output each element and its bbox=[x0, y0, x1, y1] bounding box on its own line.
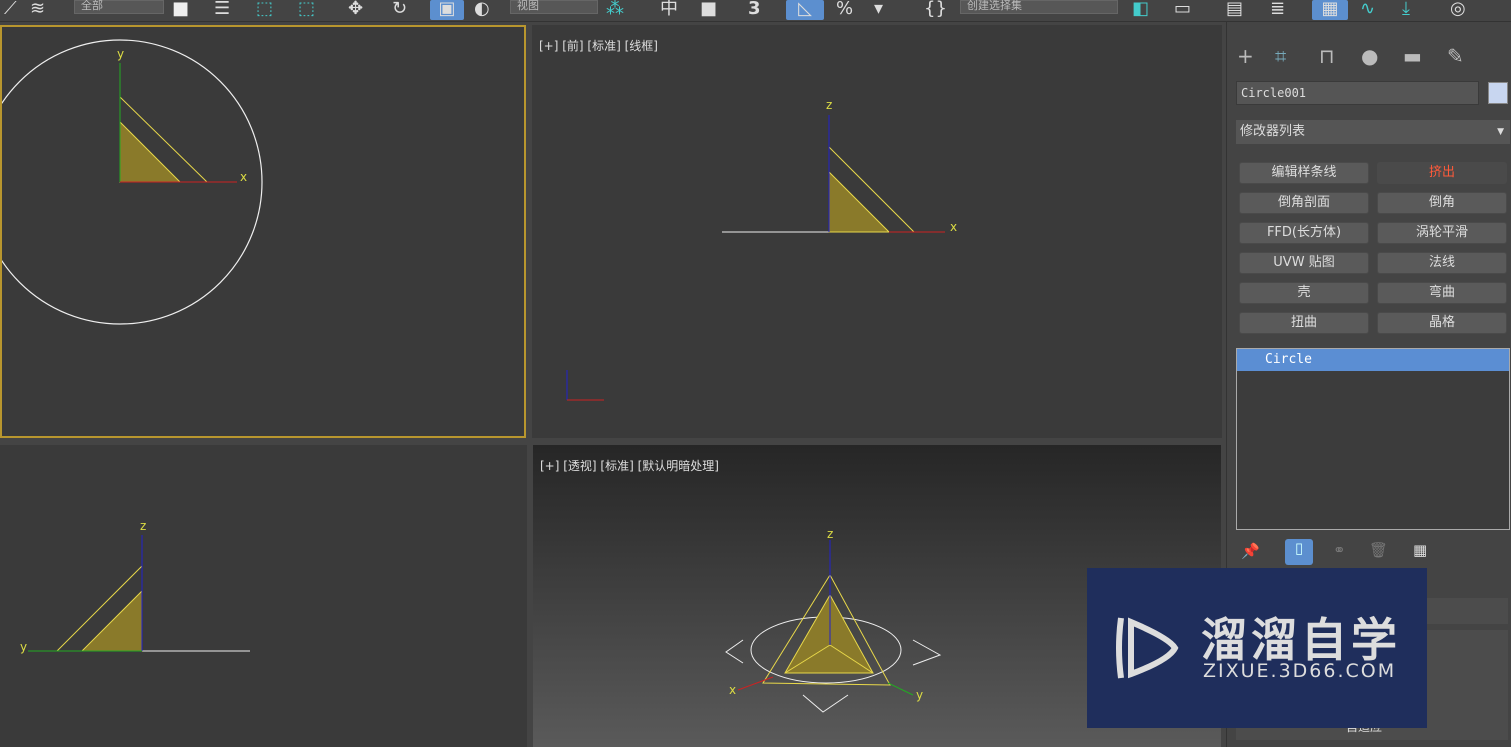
edit-icon[interactable]: ⟋ bbox=[4, 0, 17, 20]
select-by-name-icon[interactable]: ☰ bbox=[214, 0, 230, 20]
display-icon[interactable]: ▬ bbox=[1403, 44, 1422, 68]
viewport-front[interactable]: [+] [前] [标准] [线框] z x bbox=[532, 25, 1222, 438]
torus-icon[interactable]: ◐ bbox=[474, 0, 490, 20]
hierarchy-icon[interactable]: ⊓ bbox=[1319, 44, 1335, 68]
axis-label-x: x bbox=[240, 170, 248, 184]
triangle-shape bbox=[119, 120, 182, 183]
main-toolbar: ⟋ ≋ 全部 ■ ☰ ⬚ ⬚ ✥ ↻ ▣ ◐ 视图 ⁂ 中 ■ 3 ◺ % ▾ … bbox=[0, 0, 1511, 22]
spinner-snap-icon[interactable]: ▾ bbox=[874, 0, 883, 20]
modifier-button[interactable]: 扭曲 bbox=[1239, 312, 1369, 334]
watermark-url: ZIXUE.3D66.COM bbox=[1203, 660, 1397, 682]
viewport-left[interactable]: z y bbox=[0, 445, 527, 747]
modifier-list-dropdown[interactable]: 修改器列表 ▼ bbox=[1236, 120, 1510, 144]
object-color-swatch[interactable] bbox=[1488, 82, 1508, 104]
viewport-front-scene bbox=[566, 115, 945, 401]
y-axis bbox=[887, 682, 914, 696]
create-icon[interactable]: + bbox=[1237, 44, 1254, 68]
modifier-button[interactable]: FFD(长方体) bbox=[1239, 222, 1369, 244]
reference-coord-dropdown[interactable]: 视图 bbox=[510, 0, 598, 14]
angle-snap-icon[interactable]: ◺ bbox=[786, 0, 824, 20]
modifier-list-label: 修改器列表 bbox=[1240, 124, 1306, 139]
stack-item-circle[interactable]: Circle bbox=[1237, 349, 1509, 371]
scale-icon[interactable]: ▣ bbox=[430, 0, 464, 20]
axis-label-z: z bbox=[827, 527, 834, 541]
show-end-result-icon[interactable]: ▯ bbox=[1285, 539, 1313, 565]
watermark-logo-icon bbox=[1116, 617, 1179, 679]
layer-explorer-icon[interactable]: ≣ bbox=[1270, 0, 1285, 20]
modifier-stack[interactable]: Circle bbox=[1236, 348, 1510, 530]
triangle-shape bbox=[80, 589, 143, 652]
rect-selection-icon[interactable]: ⬚ bbox=[256, 0, 273, 20]
modifier-button[interactable]: 挤出 bbox=[1377, 162, 1507, 184]
configure-sets-icon[interactable]: ▦ bbox=[1413, 541, 1427, 559]
snap-icon[interactable]: 中 bbox=[660, 0, 678, 20]
viewport-top-scene bbox=[2, 39, 263, 325]
object-name-input[interactable]: Circle001 bbox=[1236, 81, 1479, 105]
pivot-icon[interactable]: ⁂ bbox=[606, 0, 624, 20]
extruded-triangle bbox=[784, 593, 874, 674]
mirror-icon[interactable]: ■ bbox=[700, 0, 717, 20]
motion-icon[interactable]: ● bbox=[1361, 44, 1378, 68]
axis-label-y: y bbox=[916, 688, 924, 702]
scene-explorer-icon[interactable]: ▤ bbox=[1226, 0, 1243, 20]
edit-named-sel-icon[interactable]: {} bbox=[924, 0, 947, 20]
modifier-button[interactable]: 涡轮平滑 bbox=[1377, 222, 1507, 244]
axis-label-x: x bbox=[950, 220, 958, 234]
selection-filter-dropdown[interactable]: 全部 bbox=[74, 0, 164, 14]
schematic-icon[interactable]: ⤓ bbox=[1402, 0, 1410, 20]
viewport-left-scene bbox=[28, 535, 250, 652]
modifier-button[interactable]: 晶格 bbox=[1377, 312, 1507, 334]
move-icon[interactable]: ✥ bbox=[348, 0, 363, 20]
modifier-button[interactable]: 法线 bbox=[1377, 252, 1507, 274]
modifier-button[interactable]: 弯曲 bbox=[1377, 282, 1507, 304]
watermark: 溜溜自学 ZIXUE.3D66.COM bbox=[1087, 568, 1427, 728]
modifier-button[interactable]: 壳 bbox=[1239, 282, 1369, 304]
snap-3-icon[interactable]: 3 bbox=[748, 0, 761, 20]
ribbon-icon[interactable]: ▦ bbox=[1312, 0, 1348, 20]
modify-icon[interactable]: ⌗ bbox=[1275, 44, 1286, 68]
modifier-button[interactable]: UVW 贴图 bbox=[1239, 252, 1369, 274]
axis-label-x: x bbox=[729, 683, 737, 697]
align-icon[interactable]: ▭ bbox=[1174, 0, 1191, 20]
select-object-icon[interactable]: ■ bbox=[172, 0, 189, 20]
dropdown-arrow-icon: ▼ bbox=[1497, 127, 1504, 137]
remove-modifier-icon[interactable]: 🗑 bbox=[1369, 541, 1388, 559]
make-unique-icon[interactable]: ⚭ bbox=[1333, 541, 1346, 559]
layers-icon[interactable]: ≋ bbox=[30, 0, 45, 20]
viewport-top[interactable]: y x bbox=[0, 25, 526, 438]
modifier-button[interactable]: 倒角 bbox=[1377, 192, 1507, 214]
axis-label-y: y bbox=[117, 47, 125, 61]
percent-snap-icon[interactable]: % bbox=[836, 0, 853, 20]
axis-label-y: y bbox=[20, 640, 28, 654]
named-selection-dropdown[interactable]: 创建选择集 bbox=[960, 0, 1118, 14]
mirror-tool-icon[interactable]: ◧ bbox=[1132, 0, 1149, 20]
utilities-icon[interactable]: ✎ bbox=[1447, 44, 1464, 68]
curve-editor-icon[interactable]: ∿ bbox=[1360, 0, 1375, 20]
triangle-shape bbox=[828, 170, 891, 233]
rotate-icon[interactable]: ↻ bbox=[392, 0, 407, 20]
pin-stack-icon[interactable]: 📌 bbox=[1241, 542, 1260, 560]
axis-label-z: z bbox=[826, 98, 833, 112]
window-crossing-icon[interactable]: ⬚ bbox=[298, 0, 315, 20]
modifier-button[interactable]: 编辑样条线 bbox=[1239, 162, 1369, 184]
modifier-button[interactable]: 倒角剖面 bbox=[1239, 192, 1369, 214]
material-editor-icon[interactable]: ◎ bbox=[1450, 0, 1466, 20]
axis-label-z: z bbox=[140, 519, 147, 533]
